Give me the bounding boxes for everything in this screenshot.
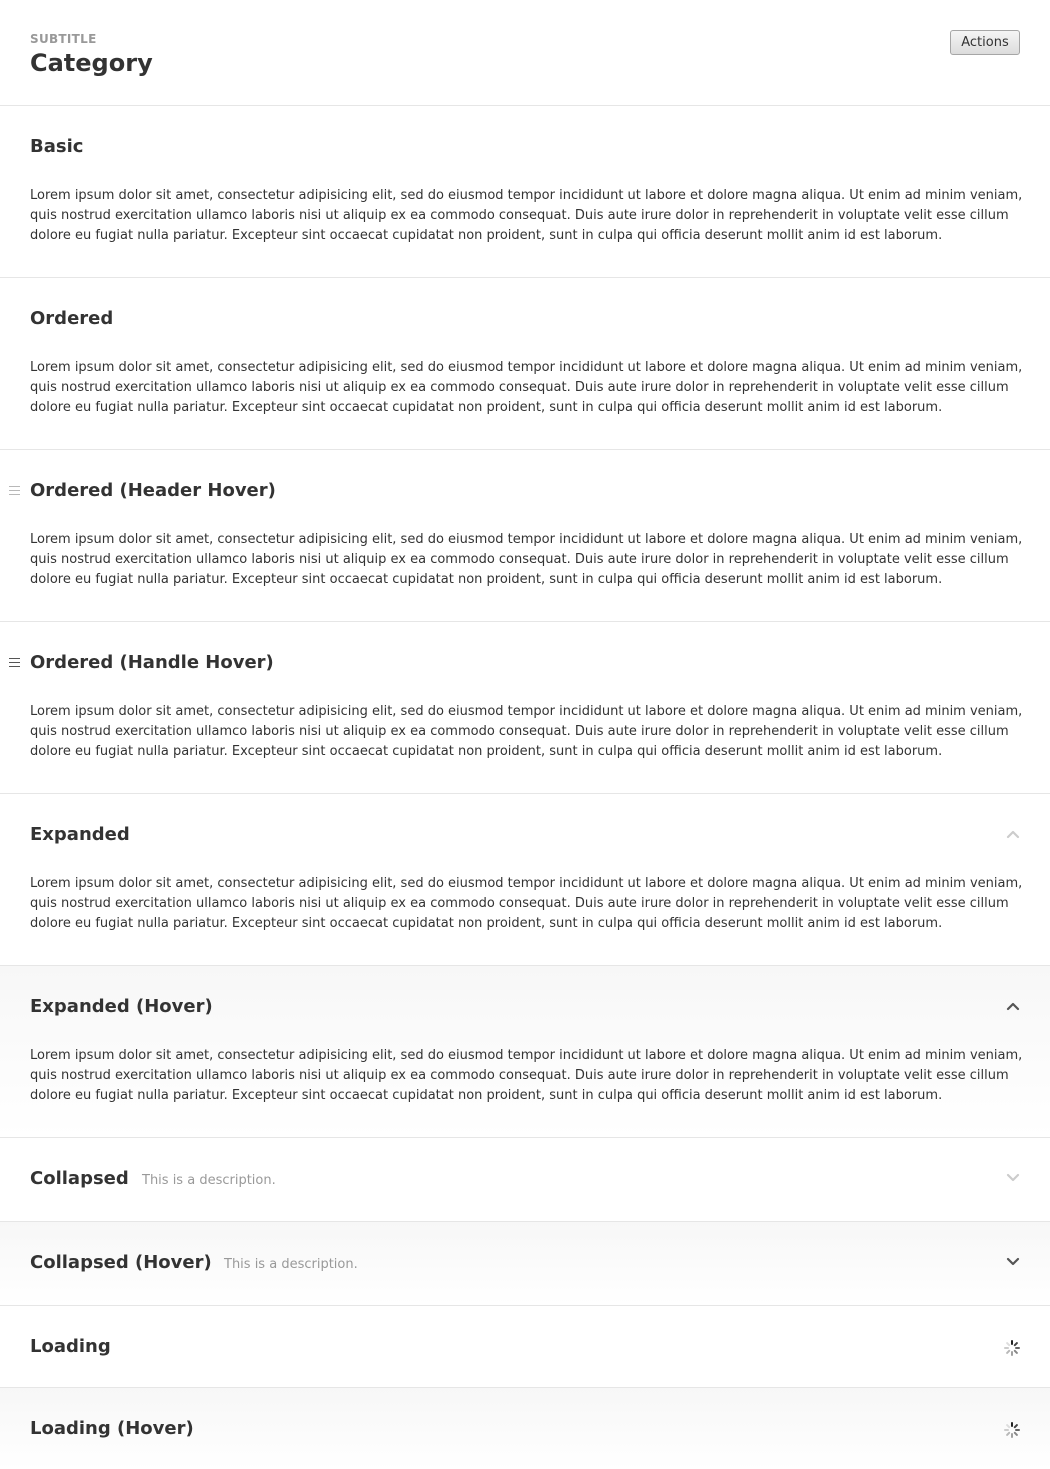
section-ordered-header-hover: Ordered (Header Hover) Lorem ipsum dolor… bbox=[0, 450, 1050, 622]
section-title[interactable]: Expanded (Hover) bbox=[30, 996, 213, 1017]
chevron-up-icon[interactable] bbox=[1004, 1000, 1022, 1012]
section-body: Lorem ipsum dolor sit amet, consectetur … bbox=[30, 188, 1023, 243]
section-body: Lorem ipsum dolor sit amet, consectetur … bbox=[30, 704, 1023, 759]
section-body: Lorem ipsum dolor sit amet, consectetur … bbox=[30, 532, 1023, 587]
section-title[interactable]: Collapsed bbox=[30, 1168, 129, 1189]
section-body: Lorem ipsum dolor sit amet, consectetur … bbox=[30, 360, 1023, 415]
chevron-down-icon[interactable] bbox=[1004, 1256, 1022, 1268]
section-expanded: Expanded Lorem ipsum dolor sit amet, con… bbox=[0, 794, 1050, 966]
chevron-down-icon[interactable] bbox=[1004, 1172, 1022, 1184]
section-title[interactable]: Ordered (Handle Hover) bbox=[30, 652, 274, 673]
section-collapsed-hover[interactable]: Collapsed (Hover) This is a description. bbox=[0, 1222, 1050, 1306]
page-title: Category bbox=[30, 49, 153, 77]
section-loading-hover: Loading (Hover) bbox=[0, 1388, 1050, 1469]
section-loading: Loading bbox=[0, 1306, 1050, 1388]
drag-handle-icon[interactable] bbox=[9, 658, 20, 667]
drag-handle-icon[interactable] bbox=[9, 486, 20, 495]
loading-spinner-icon bbox=[1004, 1422, 1020, 1438]
section-title[interactable]: Expanded bbox=[30, 824, 130, 845]
loading-spinner-icon bbox=[1004, 1340, 1020, 1356]
section-title[interactable]: Ordered (Header Hover) bbox=[30, 480, 276, 501]
section-ordered: Ordered Lorem ipsum dolor sit amet, cons… bbox=[0, 278, 1050, 450]
section-title: Loading bbox=[30, 1336, 111, 1357]
page-subtitle: SUBTITLE bbox=[30, 32, 97, 46]
section-title: Ordered bbox=[30, 308, 114, 329]
section-title: Basic bbox=[30, 136, 84, 157]
section-expanded-hover: Expanded (Hover) Lorem ipsum dolor sit a… bbox=[0, 966, 1050, 1138]
section-body: Lorem ipsum dolor sit amet, consectetur … bbox=[30, 1048, 1023, 1103]
section-collapsed[interactable]: Collapsed This is a description. bbox=[0, 1138, 1050, 1222]
section-title: Loading (Hover) bbox=[30, 1418, 194, 1439]
section-basic: Basic Lorem ipsum dolor sit amet, consec… bbox=[0, 106, 1050, 278]
actions-button[interactable]: Actions bbox=[950, 30, 1020, 55]
section-body: Lorem ipsum dolor sit amet, consectetur … bbox=[30, 876, 1023, 931]
section-ordered-handle-hover: Ordered (Handle Hover) Lorem ipsum dolor… bbox=[0, 622, 1050, 794]
chevron-up-icon[interactable] bbox=[1004, 828, 1022, 840]
section-description: This is a description. bbox=[142, 1173, 276, 1188]
page-header: SUBTITLE Category Actions bbox=[0, 0, 1050, 106]
section-description: This is a description. bbox=[224, 1257, 358, 1272]
section-title[interactable]: Collapsed (Hover) bbox=[30, 1252, 212, 1273]
